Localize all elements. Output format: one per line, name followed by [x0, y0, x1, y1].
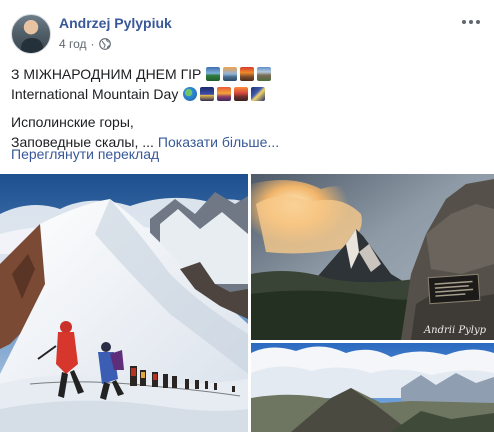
photo-climbers-ridge[interactable]: [0, 174, 248, 432]
author-name[interactable]: Andrzej Pylypiuk: [59, 15, 172, 31]
text-greeting-en: International Mountain Day: [11, 86, 179, 102]
see-translation-link[interactable]: Переглянути переклад: [11, 146, 159, 162]
post-text-line: З МІЖНАРОДНИМ ДНЕМ ГІР: [11, 64, 481, 84]
post-meta: 4 год ·: [59, 37, 111, 51]
sunrise-emoji: [217, 87, 232, 101]
see-more-link[interactable]: Показати більше...: [158, 132, 279, 152]
globe-emoji: [183, 87, 198, 101]
poem-line-1: Исполинские горы,: [11, 114, 134, 130]
milky-way-emoji: [251, 87, 266, 101]
night-city-emoji: [200, 87, 215, 101]
text-greeting-ua: З МІЖНАРОДНИМ ДНЕМ ГІР: [11, 66, 202, 82]
mountain-emoji: [257, 67, 272, 81]
photo-mountain-panorama-image: [251, 343, 494, 432]
mountain-emoji: [234, 87, 249, 101]
volcano-emoji: [240, 67, 255, 81]
photo-climbers-ridge-image: [0, 174, 248, 432]
avatar[interactable]: [11, 14, 51, 54]
post-text-line: Исполинские горы,: [11, 112, 481, 132]
mountain-sunrise-emoji: [206, 67, 221, 81]
photo-watermark: Andrii Pylyp: [423, 325, 486, 336]
photo-mountain-plaque-image: [251, 174, 494, 340]
globe-icon[interactable]: [98, 38, 111, 50]
facebook-post: Andrzej Pylypiuk 4 год · З МІЖНАРОДНИМ Д…: [0, 0, 494, 432]
post-text-line: International Mountain Day: [11, 84, 481, 104]
post-timestamp[interactable]: 4 год: [59, 37, 87, 51]
photo-mountain-panorama[interactable]: [251, 343, 494, 432]
photo-mountain-plaque[interactable]: Andrii Pylyp: [251, 174, 494, 340]
mountain-sunrise-emoji: [223, 67, 238, 81]
post-text: З МІЖНАРОДНИМ ДНЕМ ГІР International Mou…: [11, 64, 481, 152]
more-options-icon[interactable]: [460, 14, 482, 30]
